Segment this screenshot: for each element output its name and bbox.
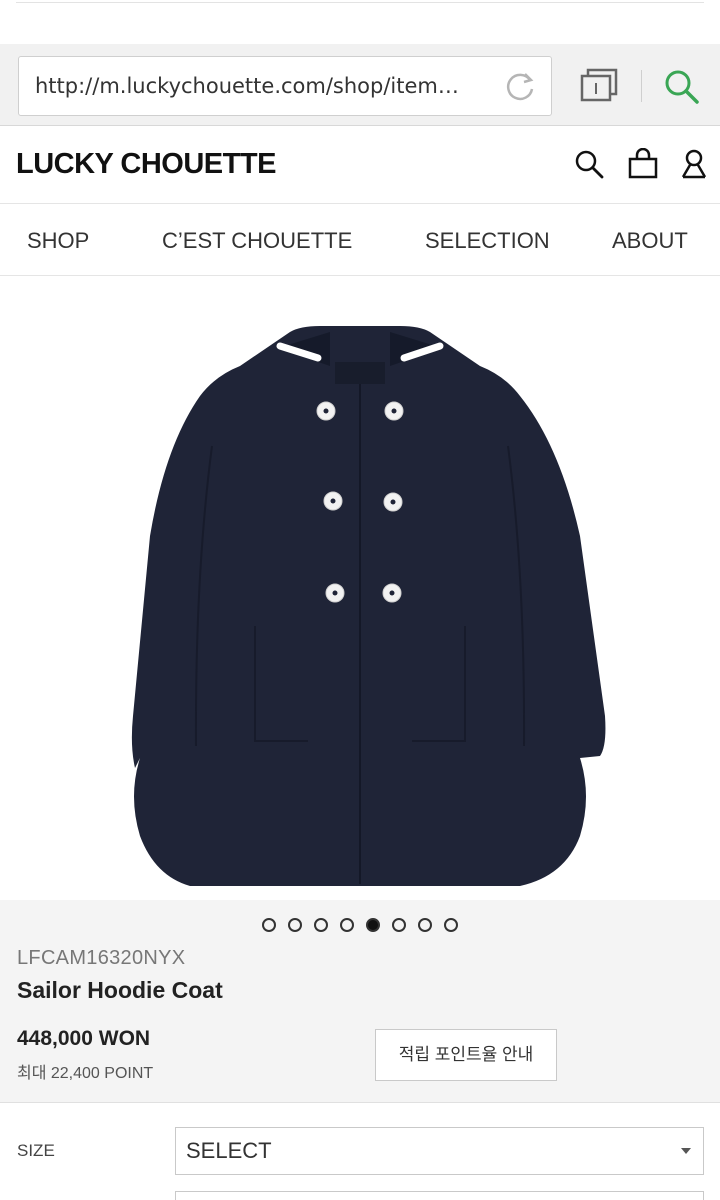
- carousel-dot[interactable]: [288, 917, 302, 932]
- nav-item-shop[interactable]: SHOP: [27, 228, 89, 254]
- search-icon[interactable]: [573, 148, 605, 180]
- carousel-dot[interactable]: [418, 917, 432, 932]
- main-nav: SHOP C’EST CHOUETTE SELECTION ABOUT: [0, 204, 720, 276]
- carousel-indicator: [0, 916, 720, 936]
- product-sku: LFCAM16320NYX: [17, 947, 186, 969]
- product-price: 448,000 WON: [17, 1027, 151, 1050]
- site-header: LUCKY CHOUETTE: [0, 126, 720, 204]
- url-text[interactable]: http://m.luckychouette.com/shop/item…: [35, 74, 459, 98]
- size-label: SIZE: [17, 1141, 55, 1160]
- product-info: LFCAM16320NYX Sailor Hoodie Coat 448,000…: [0, 900, 720, 1102]
- coat-illustration: [131, 326, 606, 886]
- search-icon[interactable]: [661, 66, 701, 106]
- carousel-dot[interactable]: [340, 917, 354, 932]
- logo[interactable]: LUCKY CHOUETTE: [16, 148, 276, 181]
- carousel-dot[interactable]: [366, 917, 380, 932]
- nav-item-selection[interactable]: SELECTION: [425, 228, 550, 254]
- tabs-icon[interactable]: [580, 68, 620, 104]
- product-name: Sailor Hoodie Coat: [17, 977, 223, 1003]
- points-info-button[interactable]: 적립 포인트율 안내: [375, 1029, 557, 1081]
- nav-item-about[interactable]: ABOUT: [612, 228, 688, 254]
- toolbar-divider: [641, 70, 642, 102]
- reload-icon[interactable]: [503, 70, 537, 104]
- carousel-dot[interactable]: [314, 917, 328, 932]
- product-image[interactable]: [0, 276, 720, 900]
- status-area: [0, 0, 720, 44]
- next-select[interactable]: [175, 1191, 704, 1200]
- product-points: 최대 22,400 POINT: [17, 1065, 154, 1082]
- carousel-dot[interactable]: [392, 917, 406, 932]
- size-select-value: SELECT: [186, 1138, 272, 1163]
- size-select[interactable]: SELECT: [175, 1127, 704, 1175]
- user-icon[interactable]: [678, 148, 710, 180]
- nav-item-cest-chouette[interactable]: C’EST CHOUETTE: [162, 228, 352, 254]
- dropdown-arrow-icon: [681, 1148, 691, 1154]
- divider: [16, 2, 704, 3]
- browser-toolbar: http://m.luckychouette.com/shop/item…: [0, 44, 720, 126]
- carousel-dot[interactable]: [262, 917, 276, 932]
- address-bar[interactable]: http://m.luckychouette.com/shop/item…: [18, 56, 552, 116]
- option-section: SIZE SELECT: [0, 1102, 720, 1200]
- carousel-dot[interactable]: [444, 917, 458, 932]
- shopping-bag-icon[interactable]: [627, 147, 659, 180]
